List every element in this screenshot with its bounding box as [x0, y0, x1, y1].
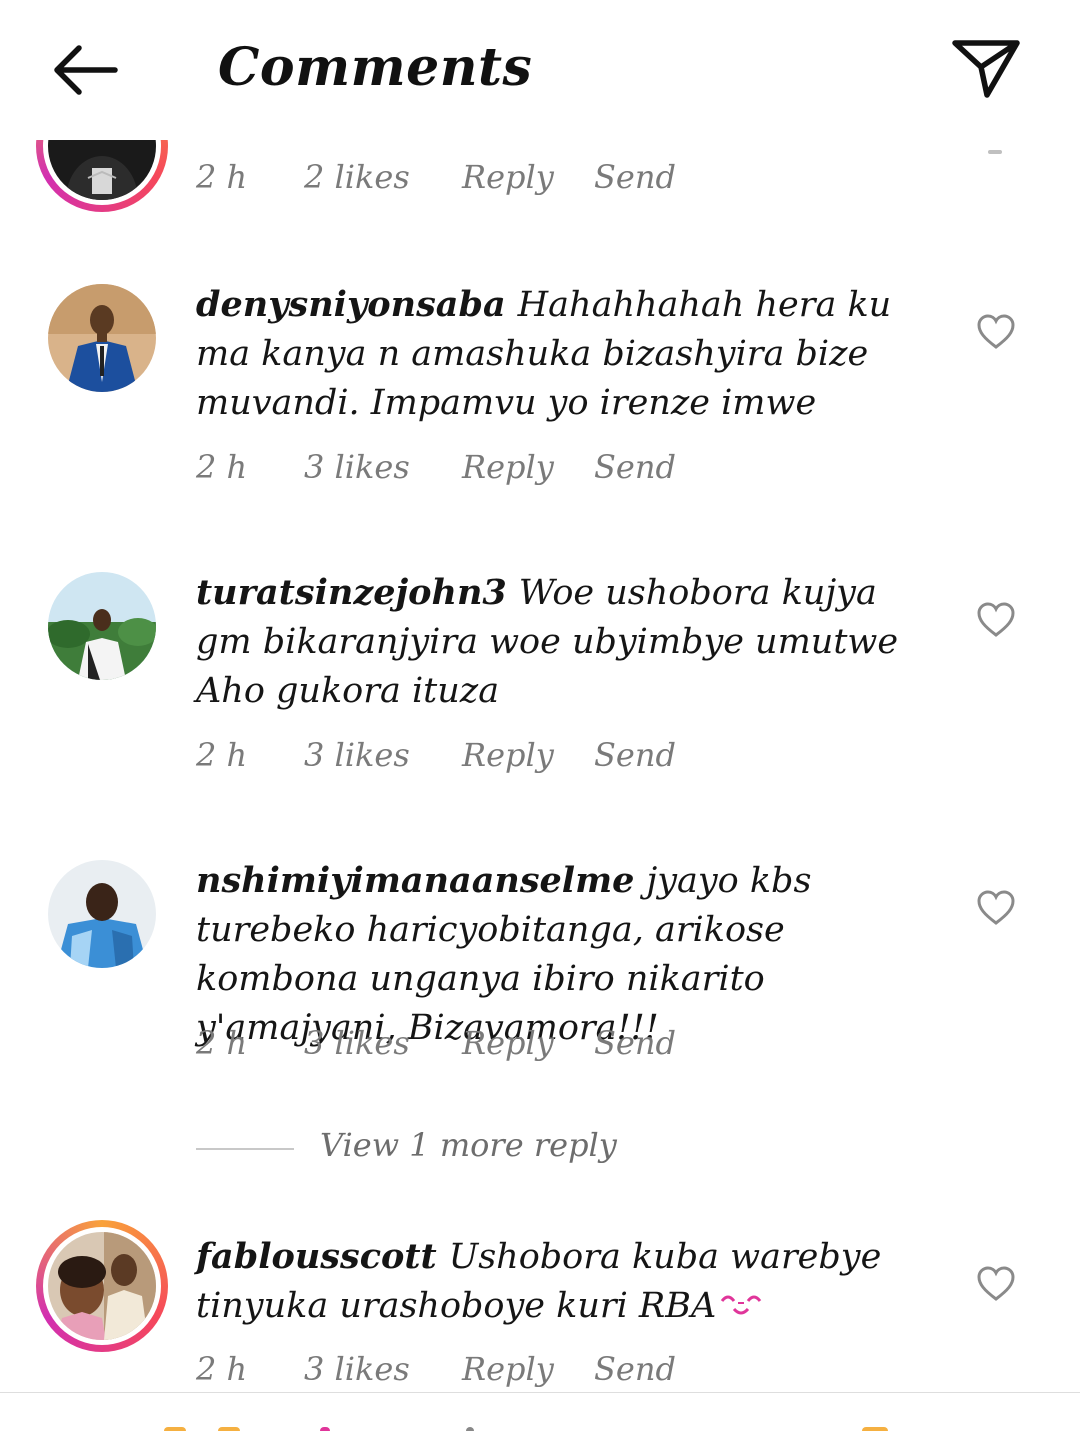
emoji-peek[interactable] — [466, 1427, 474, 1431]
avatar-image — [48, 284, 156, 392]
reply-button[interactable]: Reply — [462, 1350, 554, 1388]
paper-plane-icon — [952, 40, 1020, 98]
comment-item: turatsinzejohn3 Woe ushobora kujya gm bik… — [0, 428, 1080, 774]
avatar[interactable] — [48, 860, 156, 968]
avatar[interactable] — [48, 572, 156, 680]
avatar-image — [48, 572, 156, 680]
comment-username[interactable]: denysniyonsaba — [196, 284, 506, 325]
comment-username[interactable]: fablousscott — [196, 1236, 437, 1277]
comment-likes[interactable]: 3 likes — [304, 1350, 410, 1388]
comment-time: 2 h — [196, 1350, 248, 1388]
avatar[interactable] — [36, 1220, 168, 1352]
direct-share-button[interactable] — [948, 34, 1024, 102]
send-button[interactable]: Send — [594, 1350, 676, 1388]
page-title: Comments — [218, 37, 533, 98]
heart-outline-icon[interactable] — [976, 600, 1016, 640]
comment-username[interactable]: turatsinzejohn3 — [196, 572, 507, 613]
reply-button[interactable]: Reply — [462, 1024, 554, 1062]
top-app-bar: Comments — [0, 0, 1080, 140]
kissing-face-emoji — [721, 1295, 762, 1315]
back-button[interactable] — [44, 38, 124, 102]
avatar[interactable] — [48, 284, 156, 392]
comment-username[interactable]: nshimiyimanaanselme — [196, 860, 634, 901]
comments-screen: Comments 2 h 2 likes Reply Send denysniy… — [0, 0, 1080, 1431]
comment-time: 2 h — [196, 1024, 248, 1062]
heart-outline-icon[interactable] — [976, 312, 1016, 352]
heart-outline-icon[interactable] — [976, 888, 1016, 928]
comment-text: turatsinzejohn3 Woe ushobora kujya gm bik… — [196, 568, 936, 716]
emoji-peek[interactable] — [320, 1427, 330, 1431]
comment-list[interactable]: 2 h 2 likes Reply Send denysniyonsaba Ha… — [0, 140, 1080, 1392]
comment-text: fablousscott Ushobora kuba warebye tinyuk… — [196, 1232, 936, 1331]
emoji-peek[interactable] — [862, 1427, 888, 1431]
emoji-peek[interactable] — [218, 1427, 240, 1431]
comment-item: fablousscott Ushobora kuba warebye tinyuk… — [0, 1080, 1080, 1392]
avatar-image — [48, 1232, 156, 1340]
comment-item: nshimiyimanaanselme jyayo kbs turebeko ha… — [0, 716, 1080, 1062]
comment-text: denysniyonsaba Hahahhahah hera ku ma kany… — [196, 280, 936, 428]
send-button[interactable]: Send — [594, 1024, 676, 1062]
arrow-left-icon — [54, 45, 118, 95]
comment-likes[interactable]: 3 likes — [304, 1024, 410, 1062]
emoji-peek[interactable] — [164, 1427, 186, 1431]
heart-outline-icon[interactable] — [976, 1264, 1016, 1304]
avatar-image — [48, 860, 156, 968]
emoji-reaction-bar — [0, 1393, 1080, 1431]
